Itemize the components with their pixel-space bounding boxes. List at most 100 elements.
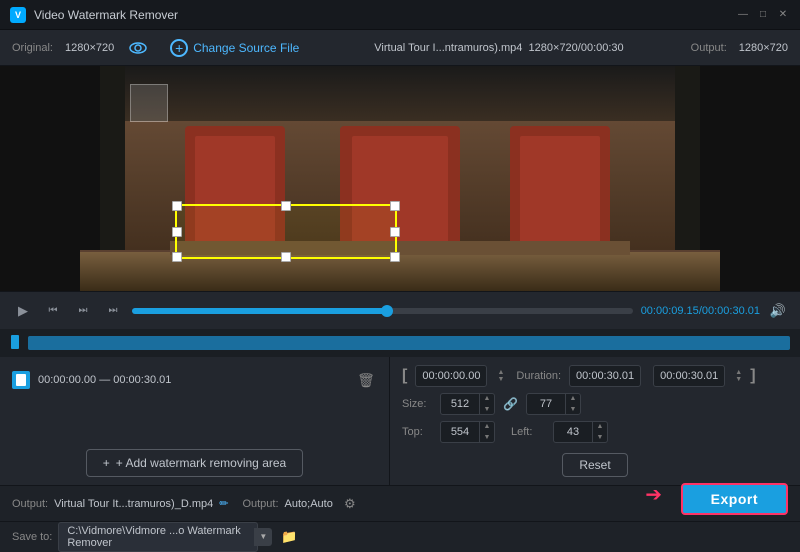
timeline-thumb[interactable] — [381, 305, 393, 317]
volume-button[interactable]: 🔊 — [768, 301, 788, 321]
maximize-button[interactable]: □ — [756, 8, 770, 22]
clip-start-time: 00:00:00.00 — 00:00:30.01 — [38, 374, 347, 386]
end-time-down[interactable]: ▼ — [735, 376, 742, 383]
bracket-open: [ — [402, 367, 407, 385]
prev-frame-button[interactable]: ⏮ — [42, 300, 64, 322]
handle-br[interactable] — [390, 252, 400, 262]
left-arrows: ▲ ▼ — [592, 421, 607, 443]
window-controls[interactable]: — □ ✕ — [736, 8, 790, 22]
width-input[interactable] — [441, 398, 479, 410]
save-path-dropdown[interactable]: ▼ — [254, 528, 272, 546]
file-info: Virtual Tour I...ntramuros).mp4 1280×720… — [319, 42, 678, 54]
delete-clip-button[interactable]: 🗑 — [355, 369, 377, 391]
output-label: Output: — [691, 42, 727, 54]
save-path-display[interactable]: C:\Vidmore\Vidmore ...o Watermark Remove… — [58, 522, 258, 552]
left-label: Left: — [511, 426, 545, 438]
next-frame-button[interactable]: ⏭ — [72, 300, 94, 322]
left-input[interactable] — [554, 426, 592, 438]
loop-button[interactable]: ⏭ — [102, 300, 124, 322]
handle-tm[interactable] — [281, 201, 291, 211]
clip-bar-fill — [28, 336, 790, 350]
end-time-box[interactable]: 00:00:30.01 — [653, 365, 725, 387]
left-up[interactable]: ▲ — [593, 421, 607, 432]
height-input[interactable] — [527, 398, 565, 410]
clip-row: 00:00:00.00 — 00:00:30.01 🗑 — [12, 365, 377, 395]
timeline-fill — [132, 308, 387, 314]
app-title: Video Watermark Remover — [34, 8, 728, 22]
height-spinner[interactable]: ▲ ▼ — [526, 393, 581, 415]
clip-icon-area — [10, 335, 20, 352]
bracket-close: ] — [750, 367, 755, 385]
save-path-group: C:\Vidmore\Vidmore ...o Watermark Remove… — [58, 522, 272, 552]
minimize-button[interactable]: — — [736, 8, 750, 22]
width-arrows: ▲ ▼ — [479, 393, 494, 415]
top-label: Top: — [402, 426, 432, 438]
output-label-2: Output: — [242, 498, 278, 510]
video-area — [0, 66, 800, 291]
export-button[interactable]: Export — [681, 483, 788, 515]
left-panel: 00:00:00.00 — 00:00:30.01 🗑 + + Add wate… — [0, 357, 390, 485]
handle-bl[interactable] — [172, 252, 182, 262]
handle-tl[interactable] — [172, 201, 182, 211]
start-time-box[interactable]: 00:00:00.00 — [415, 365, 487, 387]
original-resolution: 1280×720 — [65, 42, 114, 54]
app-icon: V — [10, 7, 26, 23]
size-param-row: Size: ▲ ▼ 🔗 ▲ ▼ — [402, 393, 788, 415]
start-time-down[interactable]: ▼ — [497, 376, 504, 383]
link-icon[interactable]: 🔗 — [503, 397, 518, 411]
add-icon: + — [170, 39, 188, 57]
reset-row: Reset — [402, 451, 788, 477]
width-spinner[interactable]: ▲ ▼ — [440, 393, 495, 415]
export-arrow: ➔ — [645, 482, 662, 507]
reset-button[interactable]: Reset — [562, 453, 627, 477]
timeline-track[interactable] — [132, 308, 633, 314]
height-arrows: ▲ ▼ — [565, 393, 580, 415]
top-arrows: ▲ ▼ — [479, 421, 494, 443]
end-time-up[interactable]: ▲ — [735, 369, 742, 376]
width-up[interactable]: ▲ — [480, 393, 494, 404]
handle-tr[interactable] — [390, 201, 400, 211]
play-button[interactable]: ▶ — [12, 300, 34, 322]
handle-ml[interactable] — [172, 227, 182, 237]
time-display: 00:00:09.15/00:00:30.01 — [641, 305, 760, 317]
duration-box[interactable]: 00:00:30.01 — [569, 365, 641, 387]
duration-label: Duration: — [516, 370, 561, 382]
position-param-row: Top: ▲ ▼ Left: ▲ ▼ — [402, 421, 788, 443]
clip-timeline — [0, 329, 800, 357]
top-spinner[interactable]: ▲ ▼ — [440, 421, 495, 443]
left-spinner[interactable]: ▲ ▼ — [553, 421, 608, 443]
height-down[interactable]: ▼ — [566, 404, 580, 415]
right-panel: [ 00:00:00.00 ▲ ▼ Duration: 00:00:30.01 … — [390, 357, 800, 485]
clip-bar[interactable] — [28, 336, 790, 350]
top-up[interactable]: ▲ — [480, 421, 494, 432]
top-input[interactable] — [441, 426, 479, 438]
left-down[interactable]: ▼ — [593, 432, 607, 443]
handle-mr[interactable] — [390, 227, 400, 237]
watermark-qr-indicator — [130, 84, 168, 122]
start-time-up[interactable]: ▲ — [497, 369, 504, 376]
top-down[interactable]: ▼ — [480, 432, 494, 443]
selection-box[interactable] — [175, 204, 397, 259]
close-button[interactable]: ✕ — [776, 8, 790, 22]
video-scene-overlay — [0, 66, 800, 291]
save-bar: Save to: C:\Vidmore\Vidmore ...o Waterma… — [0, 521, 800, 551]
edit-filename-icon[interactable]: ✏ — [219, 497, 228, 510]
time-param-row: [ 00:00:00.00 ▲ ▼ Duration: 00:00:30.01 … — [402, 365, 788, 387]
settings-gear-icon[interactable]: ⚙ — [339, 493, 361, 515]
change-source-button[interactable]: + Change Source File — [162, 35, 307, 61]
video-frame — [0, 66, 800, 291]
browse-folder-button[interactable]: 📁 — [278, 526, 300, 548]
add-icon: + — [103, 456, 110, 470]
eye-icon[interactable] — [126, 36, 150, 60]
topbar: Original: 1280×720 + Change Source File … — [0, 30, 800, 66]
height-up[interactable]: ▲ — [566, 393, 580, 404]
clip-icon — [12, 371, 30, 389]
width-down[interactable]: ▼ — [480, 404, 494, 415]
bottom-section: 00:00:00.00 — 00:00:30.01 🗑 + + Add wate… — [0, 357, 800, 485]
handle-bm[interactable] — [281, 252, 291, 262]
add-watermark-area-button[interactable]: + + Add watermark removing area — [86, 449, 303, 477]
original-label: Original: — [12, 42, 53, 54]
output-resolution: 1280×720 — [739, 42, 788, 54]
save-to-label: Save to: — [12, 531, 52, 543]
output-filename: Virtual Tour It...tramuros)_D.mp4 — [54, 498, 213, 510]
